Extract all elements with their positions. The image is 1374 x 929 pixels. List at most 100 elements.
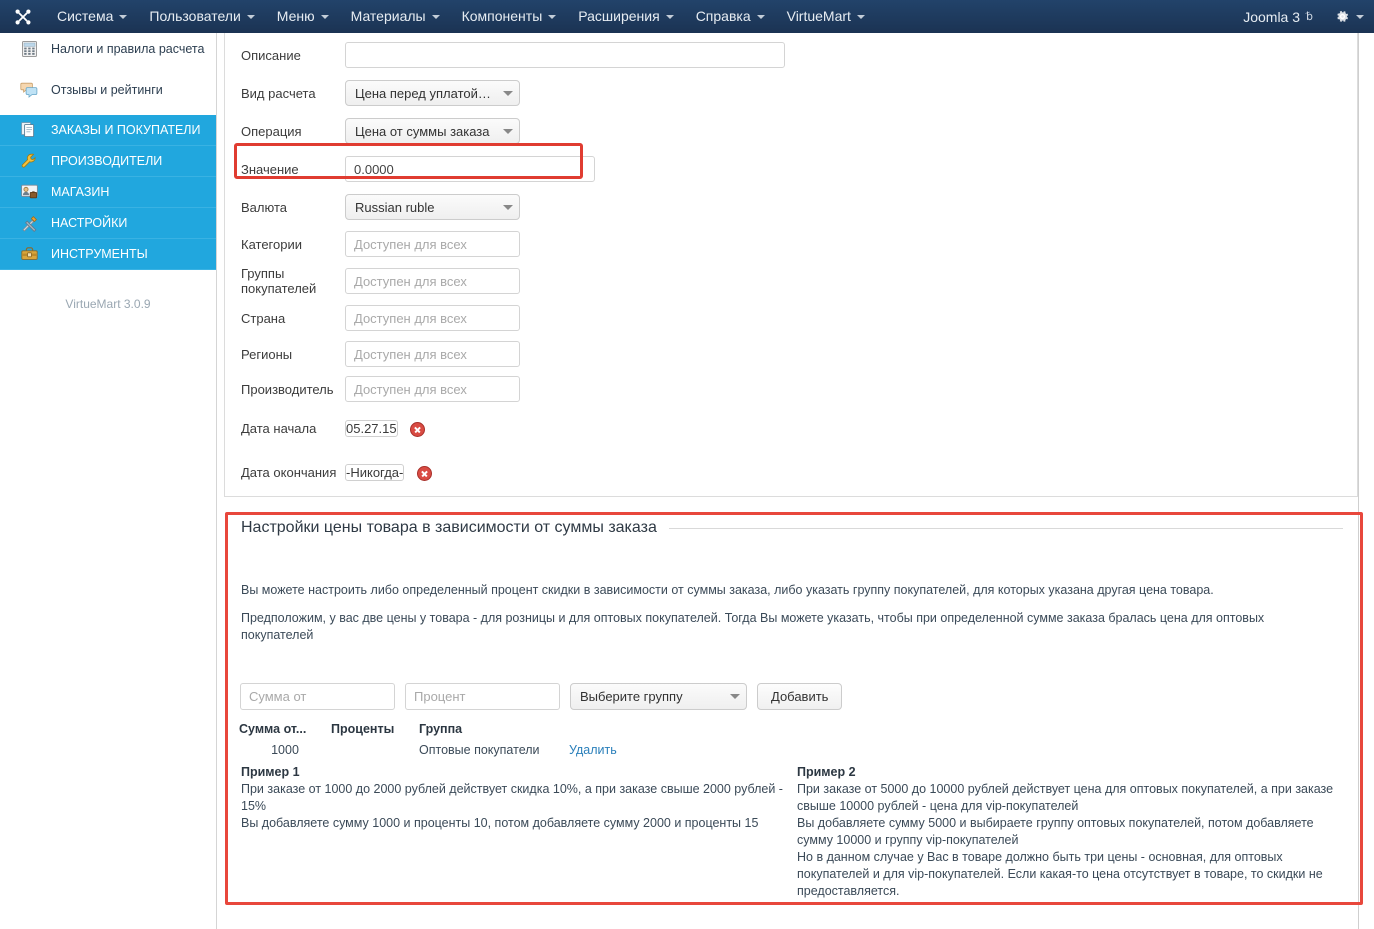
currency-select[interactable]: Russian ruble	[345, 194, 520, 220]
sidebar-item-taxes[interactable]: Налоги и правила расчета	[0, 33, 216, 64]
example-2-block: Пример 2 При заказе от 5000 до 10000 руб…	[797, 764, 1349, 900]
form-row-date-start: Дата начала 05.27.15	[225, 411, 426, 445]
form-row-country: Страна	[225, 301, 520, 335]
nav-item-label: Пользователи	[149, 8, 241, 24]
example-1-line-2: Вы добавляете сумму 1000 и проценты 10, …	[241, 816, 759, 830]
field-label-date-end: Дата окончания	[241, 464, 337, 480]
shopper-groups-input[interactable]	[345, 268, 520, 294]
column-header-actions	[569, 722, 679, 740]
field-label-date-start: Дата начала	[241, 420, 317, 436]
toolbox-icon	[18, 244, 40, 264]
date-start-field[interactable]: 05.27.15	[345, 419, 398, 437]
nav-item-components[interactable]: Компоненты	[451, 0, 568, 33]
form-row-regions: Регионы	[225, 337, 520, 371]
nav-item-help[interactable]: Справка	[685, 0, 776, 33]
field-label-shopper-groups: Группы покупателей	[225, 266, 345, 296]
sidebar-item-label: ЗАКАЗЫ И ПОКУПАТЕЛИ	[51, 123, 201, 137]
sum-from-input[interactable]	[240, 683, 395, 710]
user-settings-menu[interactable]	[1321, 0, 1374, 33]
country-input[interactable]	[345, 305, 520, 331]
column-header-group: Группа	[419, 722, 463, 736]
nav-item-label: Расширения	[578, 8, 660, 24]
form-row-calculation-type: Вид расчета Цена перед уплатой…	[225, 76, 520, 110]
sidebar-item-reviews[interactable]: Отзывы и рейтинги	[0, 74, 216, 105]
chevron-down-icon	[503, 128, 513, 134]
fieldset-paragraph-2: Предположим, у вас две цены у товара - д…	[241, 611, 1265, 642]
field-control	[345, 156, 595, 182]
price-rule-form-panel: Описание Вид расчета Цена перед уплатой……	[224, 33, 1358, 497]
legend-divider	[668, 527, 1343, 529]
table-row: 1000 Оптовые покупатели Удалить	[239, 740, 679, 757]
field-control	[345, 42, 785, 68]
column-header-percent: Проценты	[331, 722, 395, 736]
currency-value: Russian ruble	[355, 199, 435, 215]
percent-input[interactable]	[405, 683, 560, 710]
column-header-sum-from: Сумма от...	[239, 722, 307, 736]
sidebar-item-orders-and-customers[interactable]: ЗАКАЗЫ И ПОКУПАТЕЛИ	[0, 115, 216, 146]
field-label-description: Описание	[241, 47, 301, 63]
add-button[interactable]: Добавить	[757, 683, 843, 710]
cell-group: Оптовые покупатели	[419, 743, 540, 757]
example-2-title: Пример 2	[797, 765, 856, 779]
example-2-line-2: Вы добавляете сумму 5000 и выбираете гру…	[797, 816, 1314, 847]
operation-select[interactable]: Цена от суммы заказа	[345, 118, 520, 144]
chevron-down-icon	[503, 90, 513, 96]
shopper-groups-label-line2: покупателей	[241, 281, 317, 296]
field-control: 05.27.15	[345, 416, 426, 441]
field-control	[345, 376, 520, 402]
calculation-type-value: Цена перед уплатой…	[355, 85, 491, 101]
clear-date-end-icon[interactable]	[416, 465, 432, 481]
add-discount-row: Выберите группу Добавить	[240, 683, 843, 710]
nav-item-extensions[interactable]: Расширения	[567, 0, 684, 33]
nav-item-users[interactable]: Пользователи	[138, 0, 265, 33]
chevron-down-icon	[119, 14, 128, 19]
sidebar: Налоги и правила расчета Отзывы и рейтин…	[0, 33, 216, 929]
chevron-down-icon	[548, 14, 557, 19]
delete-link[interactable]: Удалить	[569, 743, 617, 757]
fieldset-paragraph-1: Вы можете настроить либо определенный пр…	[241, 583, 1214, 597]
cell-sum-from: 1000	[271, 743, 299, 757]
nav-item-system[interactable]: Система	[46, 0, 138, 33]
nav-item-label: VirtueMart	[786, 8, 851, 24]
sidebar-item-settings[interactable]: НАСТРОЙКИ	[0, 208, 216, 239]
site-preview-link[interactable]: Joomla 3 ␢	[1235, 0, 1321, 33]
fieldset-inner: Настройки цены товара в зависимости от с…	[234, 519, 1354, 898]
example-1-title: Пример 1	[241, 765, 300, 779]
nav-item-label: Компоненты	[461, 8, 543, 24]
manufacturer-input[interactable]	[345, 376, 520, 402]
categories-input[interactable]	[345, 231, 520, 257]
tools-icon	[18, 213, 40, 233]
sidebar-item-shop[interactable]: МАГАЗИН	[0, 177, 216, 208]
form-row-description: Описание	[225, 38, 785, 72]
shopper-group-value: Выберите группу	[580, 689, 683, 704]
joomla-logo-icon[interactable]	[0, 0, 46, 33]
clear-date-start-icon[interactable]	[410, 421, 426, 437]
value-input[interactable]	[345, 156, 595, 182]
date-end-field[interactable]: -Никогда-	[345, 463, 405, 481]
sidebar-item-label: Отзывы и рейтинги	[51, 82, 163, 97]
nav-item-virtuemart[interactable]: VirtueMart	[776, 0, 876, 33]
sidebar-item-label: НАСТРОЙКИ	[51, 216, 128, 230]
fieldset-legend-row: Настройки цены товара в зависимости от с…	[241, 519, 1343, 537]
form-row-currency: Валюта Russian ruble	[225, 190, 520, 224]
orders-icon	[18, 120, 40, 140]
nav-item-menus[interactable]: Меню	[266, 0, 340, 33]
operation-value: Цена от суммы заказа	[355, 123, 490, 139]
regions-input[interactable]	[345, 341, 520, 367]
nav-item-content[interactable]: Материалы	[340, 0, 451, 33]
form-row-value: Значение	[225, 152, 595, 186]
example-2-line-3: Но в данном случае у Вас в товаре должно…	[797, 850, 1323, 898]
chevron-down-icon	[1356, 14, 1364, 19]
virtuemart-version-label: VirtueMart 3.0.9	[65, 297, 151, 311]
sidebar-item-manufacturers[interactable]: ПРОИЗВОДИТЕЛИ	[0, 146, 216, 177]
order-total-price-settings-fieldset: Настройки цены товара в зависимости от с…	[225, 512, 1363, 905]
description-input[interactable]	[345, 42, 785, 68]
chevron-down-icon	[503, 204, 513, 210]
example-1-block: Пример 1 При заказе от 1000 до 2000 рубл…	[241, 764, 786, 832]
external-link-icon: ␢	[1306, 11, 1313, 23]
field-control: Цена перед уплатой…	[345, 80, 520, 106]
chevron-down-icon	[730, 694, 740, 699]
calculation-type-select[interactable]: Цена перед уплатой…	[345, 80, 520, 106]
shopper-group-select[interactable]: Выберите группу	[570, 683, 747, 710]
sidebar-item-tools[interactable]: ИНСТРУМЕНТЫ	[0, 239, 216, 270]
